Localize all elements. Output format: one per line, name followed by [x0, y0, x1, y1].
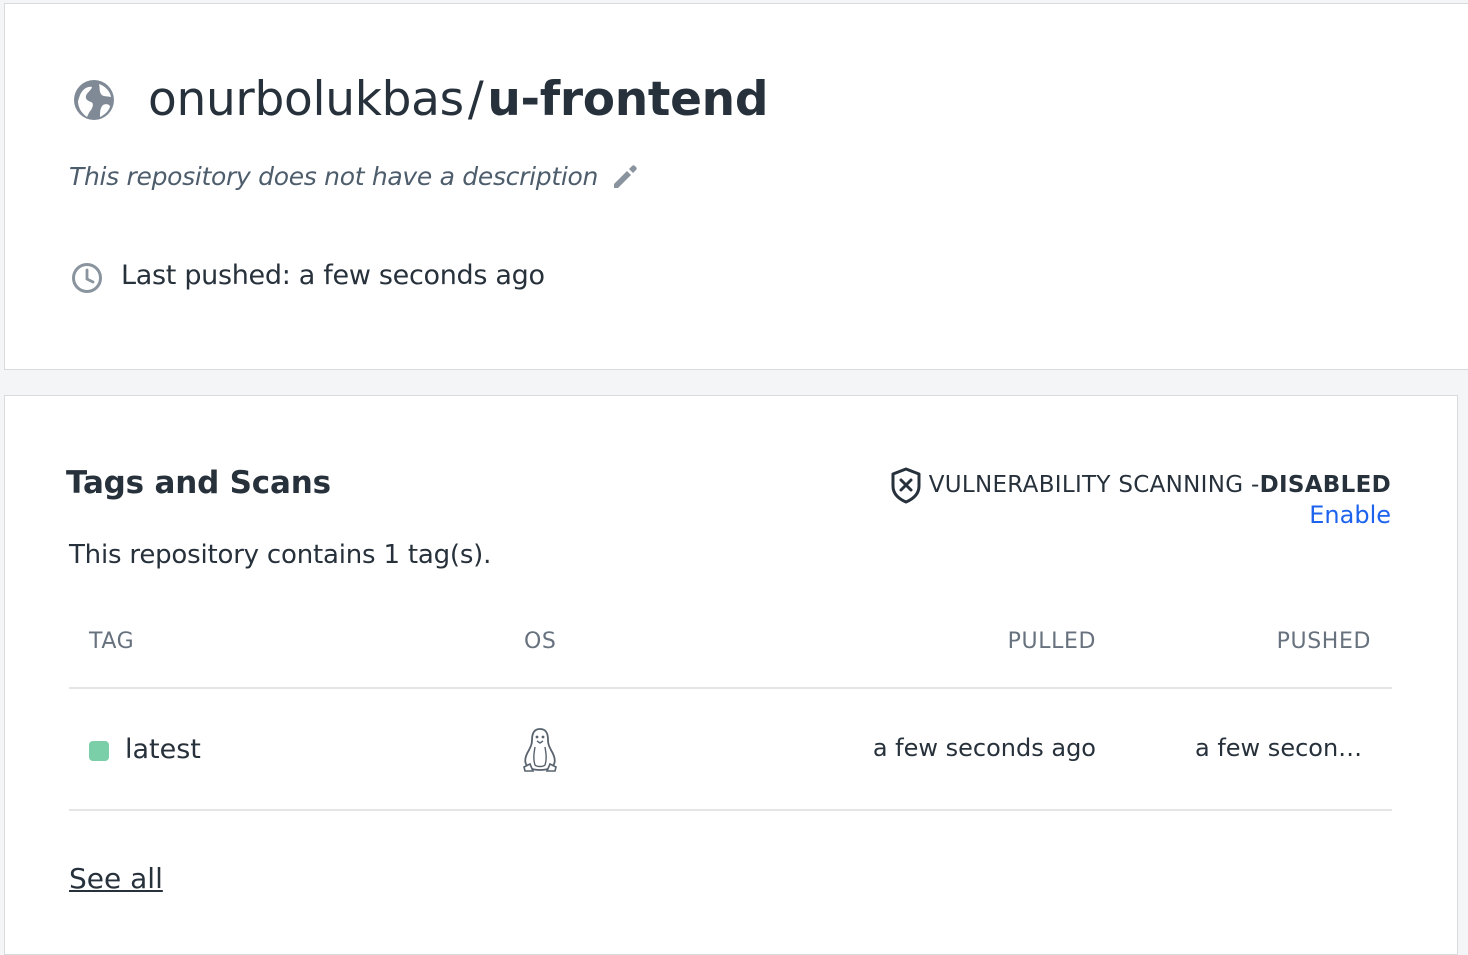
table-divider — [69, 687, 1392, 689]
column-header-pulled[interactable]: PULLED — [1008, 629, 1096, 654]
linux-penguin-icon — [523, 728, 557, 772]
vulnerability-scanning-status: VULNERABILITY SCANNING - DISABLED — [889, 466, 1391, 504]
pencil-icon[interactable] — [608, 160, 642, 194]
tag-count-text: This repository contains 1 tag(s). — [69, 540, 492, 570]
see-all-link[interactable]: See all — [69, 862, 163, 895]
section-title: Tags and Scans — [66, 465, 331, 501]
title-separator: / — [467, 72, 484, 127]
tag-pulled-time: a few seconds ago — [872, 734, 1096, 762]
column-header-os: OS — [524, 629, 557, 654]
tag-name-link[interactable]: latest — [125, 734, 201, 765]
tag-status-indicator — [89, 741, 109, 761]
enable-scanning-link[interactable]: Enable — [1309, 501, 1391, 529]
shield-x-icon — [891, 467, 921, 504]
repository-name: u-frontend — [487, 72, 769, 127]
clock-icon — [72, 263, 102, 293]
tag-pushed-time: a few seconds ago — [1195, 734, 1370, 762]
vulnerability-scanning-value: DISABLED — [1259, 472, 1391, 498]
repository-description: This repository does not have a descript… — [69, 162, 599, 191]
table-divider — [69, 809, 1392, 811]
repository-title: onurbolukbas/u-frontend — [148, 70, 768, 130]
repository-owner[interactable]: onurbolukbas — [148, 72, 464, 127]
last-pushed-text: Last pushed: a few seconds ago — [121, 260, 545, 291]
vulnerability-scanning-label: VULNERABILITY SCANNING - — [928, 472, 1260, 498]
globe-icon — [74, 80, 114, 120]
column-header-tag[interactable]: TAG — [89, 629, 134, 654]
column-header-pushed[interactable]: PUSHED — [1277, 629, 1371, 654]
